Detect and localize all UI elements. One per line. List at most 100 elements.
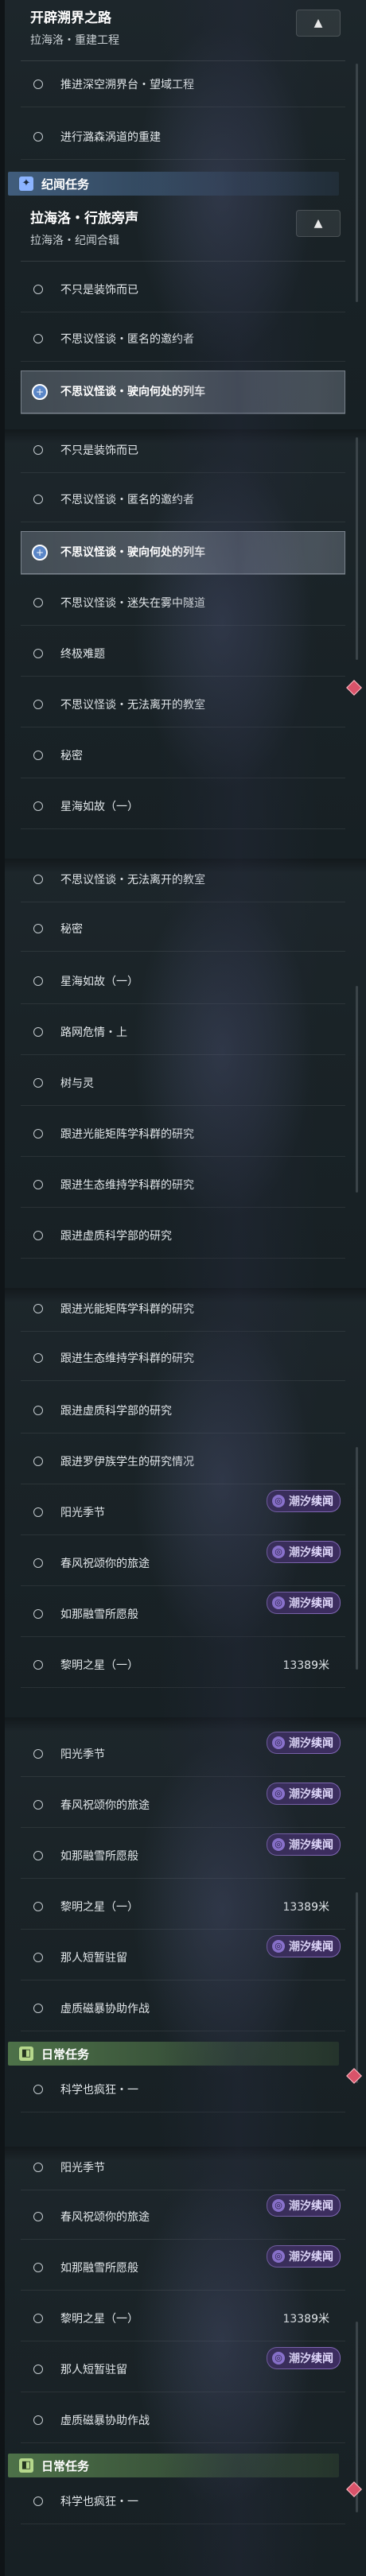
list-item[interactable]: 黎明之星（一） 13389米	[21, 2298, 345, 2341]
quest-circle-icon	[33, 80, 43, 89]
item-label: 黎明之星（一）	[60, 1901, 138, 1914]
list-item[interactable]: 不思议怪谈・匿名的邀约者	[21, 479, 345, 522]
section-label: 纪闻任务	[41, 177, 90, 192]
item-label: 不只是装饰而已	[60, 284, 138, 297]
tide-icon: ◎	[272, 1838, 285, 1851]
item-label: 如那融雪所愿般	[60, 1608, 138, 1621]
section-header-daily[interactable]: ◧ 日常任务	[8, 2042, 339, 2066]
item-label: 跟进生态维持学科群的研究	[60, 1352, 194, 1365]
list-item[interactable]: 春风祝颂你的旅途 ◎ 潮汐续闻	[21, 1783, 345, 1828]
event-tag[interactable]: ◎ 潮汐续闻	[267, 1732, 341, 1754]
section-header-side-quests[interactable]: ✦ 纪闻任务	[8, 172, 339, 196]
list-item[interactable]: 跟进生态维持学科群的研究	[21, 1337, 345, 1381]
list-item[interactable]: 跟进生态维持学科群的研究	[21, 1164, 345, 1208]
list-item[interactable]: 黎明之星（一） 13389米	[21, 1644, 345, 1688]
quest-subtitle: 拉海洛・纪闻合辑	[30, 235, 119, 247]
list-item[interactable]: 那人短暂驻留 ◎ 潮汐续闻	[21, 2347, 345, 2392]
scrollbar[interactable]	[356, 986, 358, 1193]
list-item[interactable]: 秘密	[21, 735, 345, 778]
list-item[interactable]: 跟进虚质科学部的研究	[21, 1215, 345, 1259]
tag-label: 潮汐续闻	[289, 1788, 333, 1801]
list-item[interactable]: 阳光季节 ◎ 潮汐续闻	[21, 1490, 345, 1535]
list-item[interactable]: 春风祝颂你的旅途 ◎ 潮汐续闻	[21, 1541, 345, 1586]
quest-circle-icon	[33, 649, 43, 658]
list-item[interactable]: 不思议怪谈・迷失在雾中隧道	[21, 582, 345, 626]
quest-circle-icon	[33, 1457, 43, 1466]
list-item[interactable]: 黎明之星（一） 13389米	[21, 1886, 345, 1930]
list-item[interactable]: 跟进虚质科学部的研究	[21, 1390, 345, 1433]
tag-label: 潮汐续闻	[289, 2200, 333, 2213]
item-label: 推进深空溯界台・望域工程	[60, 79, 194, 91]
scrollbar[interactable]	[356, 1447, 358, 1670]
list-item[interactable]: 不思议怪谈・匿名的邀约者	[21, 318, 345, 362]
list-item[interactable]: 科学也疯狂・一	[21, 2481, 345, 2524]
list-item[interactable]: 阳光季节	[21, 2147, 345, 2190]
item-label: 星海如故（一）	[60, 801, 138, 813]
quest-circle-icon	[33, 1749, 43, 1759]
item-label: 不只是装饰而已	[60, 444, 138, 457]
tag-label: 潮汐续闻	[289, 2251, 333, 2264]
list-item[interactable]: 如那融雪所愿般 ◎ 潮汐续闻	[21, 2245, 345, 2291]
list-item[interactable]: 如那融雪所愿般 ◎ 潮汐续闻	[21, 1592, 345, 1637]
list-item[interactable]: 春风祝颂你的旅途 ◎ 潮汐续闻	[21, 2194, 345, 2240]
list-item[interactable]: 不只是装饰而已	[21, 429, 345, 473]
list-item[interactable]: 跟进光能矩阵学科群的研究	[21, 1288, 345, 1332]
quest-panel-5: 阳光季节 ◎ 潮汐续闻 春风祝颂你的旅途 ◎ 潮汐续闻 如那融雪所愿般 ◎ 潮汐续闻 …	[0, 1717, 366, 2147]
section-header-daily[interactable]: ◧ 日常任务	[8, 2454, 339, 2477]
list-item[interactable]: 虚质磁暴协助作战	[21, 2399, 345, 2443]
event-tag[interactable]: ◎ 潮汐续闻	[267, 1935, 341, 1957]
event-tag[interactable]: ◎ 潮汐续闻	[267, 1833, 341, 1856]
list-item[interactable]: 虚质磁暴协助作战	[21, 1988, 345, 2031]
quest-circle-icon	[33, 2212, 43, 2221]
list-item[interactable]: 终极难题	[21, 633, 345, 677]
item-label: 跟进光能矩阵学科群的研究	[60, 1128, 194, 1141]
tag-label: 潮汐续闻	[289, 1737, 333, 1750]
event-tag[interactable]: ◎ 潮汐续闻	[267, 1541, 341, 1563]
scrollbar[interactable]	[356, 437, 358, 660]
list-item[interactable]: 不思议怪谈・无法离开的教室	[21, 684, 345, 727]
quest-circle-icon	[33, 2496, 43, 2506]
scrollbar[interactable]	[356, 1892, 358, 2083]
tide-icon: ◎	[272, 1596, 285, 1609]
quest-header[interactable]: 拉海洛・行旅旁声 拉海洛・纪闻合辑 ▲	[21, 200, 345, 262]
chevron-up-icon[interactable]: ▲	[296, 10, 341, 37]
event-tag[interactable]: ◎ 潮汐续闻	[267, 2194, 341, 2217]
event-tag[interactable]: ◎ 潮汐续闻	[267, 1783, 341, 1805]
diamond-marker-icon	[346, 680, 362, 696]
list-item[interactable]: 如那融雪所愿般 ◎ 潮汐续闻	[21, 1833, 345, 1879]
list-item[interactable]: 星海如故（一）	[21, 786, 345, 829]
tide-icon: ◎	[272, 1546, 285, 1558]
list-item-active[interactable]: + 不思议怪谈・驶向何处的列车	[21, 370, 345, 414]
side-rail	[0, 1717, 5, 2147]
list-item[interactable]: 秘密	[21, 908, 345, 952]
quest-circle-icon	[33, 1902, 43, 1911]
quest-circle-icon	[33, 1129, 43, 1139]
event-tag[interactable]: ◎ 潮汐续闻	[267, 2245, 341, 2268]
list-item[interactable]: 科学也疯狂・一	[21, 2069, 345, 2112]
event-tag[interactable]: ◎ 潮汐续闻	[267, 2347, 341, 2369]
list-item[interactable]: 星海如故（一）	[21, 960, 345, 1004]
chevron-up-icon[interactable]: ▲	[296, 210, 341, 237]
list-item-active[interactable]: + 不思议怪谈・驶向何处的列车	[21, 531, 345, 575]
list-item[interactable]: 不思议怪谈・无法离开的教室	[21, 859, 345, 902]
item-label: 进行潞森涡道的重建	[60, 131, 161, 144]
list-item[interactable]: 进行潞森涡道的重建	[21, 116, 345, 160]
list-item[interactable]: 跟进光能矩阵学科群的研究	[21, 1113, 345, 1157]
list-item[interactable]: 阳光季节 ◎ 潮汐续闻	[21, 1732, 345, 1777]
event-tag[interactable]: ◎ 潮汐续闻	[267, 1592, 341, 1614]
item-label: 不思议怪谈・驶向何处的列车	[60, 546, 205, 559]
list-item[interactable]: 跟进罗伊族学生的研究情况	[21, 1441, 345, 1484]
quest-circle-icon	[33, 751, 43, 760]
item-label: 春风祝颂你的旅途	[60, 1799, 150, 1812]
list-item[interactable]: 树与灵	[21, 1062, 345, 1106]
list-item[interactable]: 推进深空溯界台・望域工程	[21, 64, 345, 107]
list-item[interactable]: 不只是装饰而已	[21, 269, 345, 312]
tag-label: 潮汐续闻	[289, 1546, 333, 1559]
tag-label: 潮汐续闻	[289, 1839, 333, 1852]
scrollbar[interactable]	[356, 64, 358, 302]
event-tag[interactable]: ◎ 潮汐续闻	[267, 1490, 341, 1512]
quest-header[interactable]: 开辟溯界之路 拉海洛・重建工程 ▲	[21, 0, 345, 61]
list-item[interactable]: 路网危情・上	[21, 1011, 345, 1055]
quest-panel-3: 不思议怪谈・无法离开的教室 秘密 星海如故（一） 路网危情・上 树与灵 跟进光能…	[0, 859, 366, 1288]
list-item[interactable]: 那人短暂驻留 ◎ 潮汐续闻	[21, 1935, 345, 1980]
